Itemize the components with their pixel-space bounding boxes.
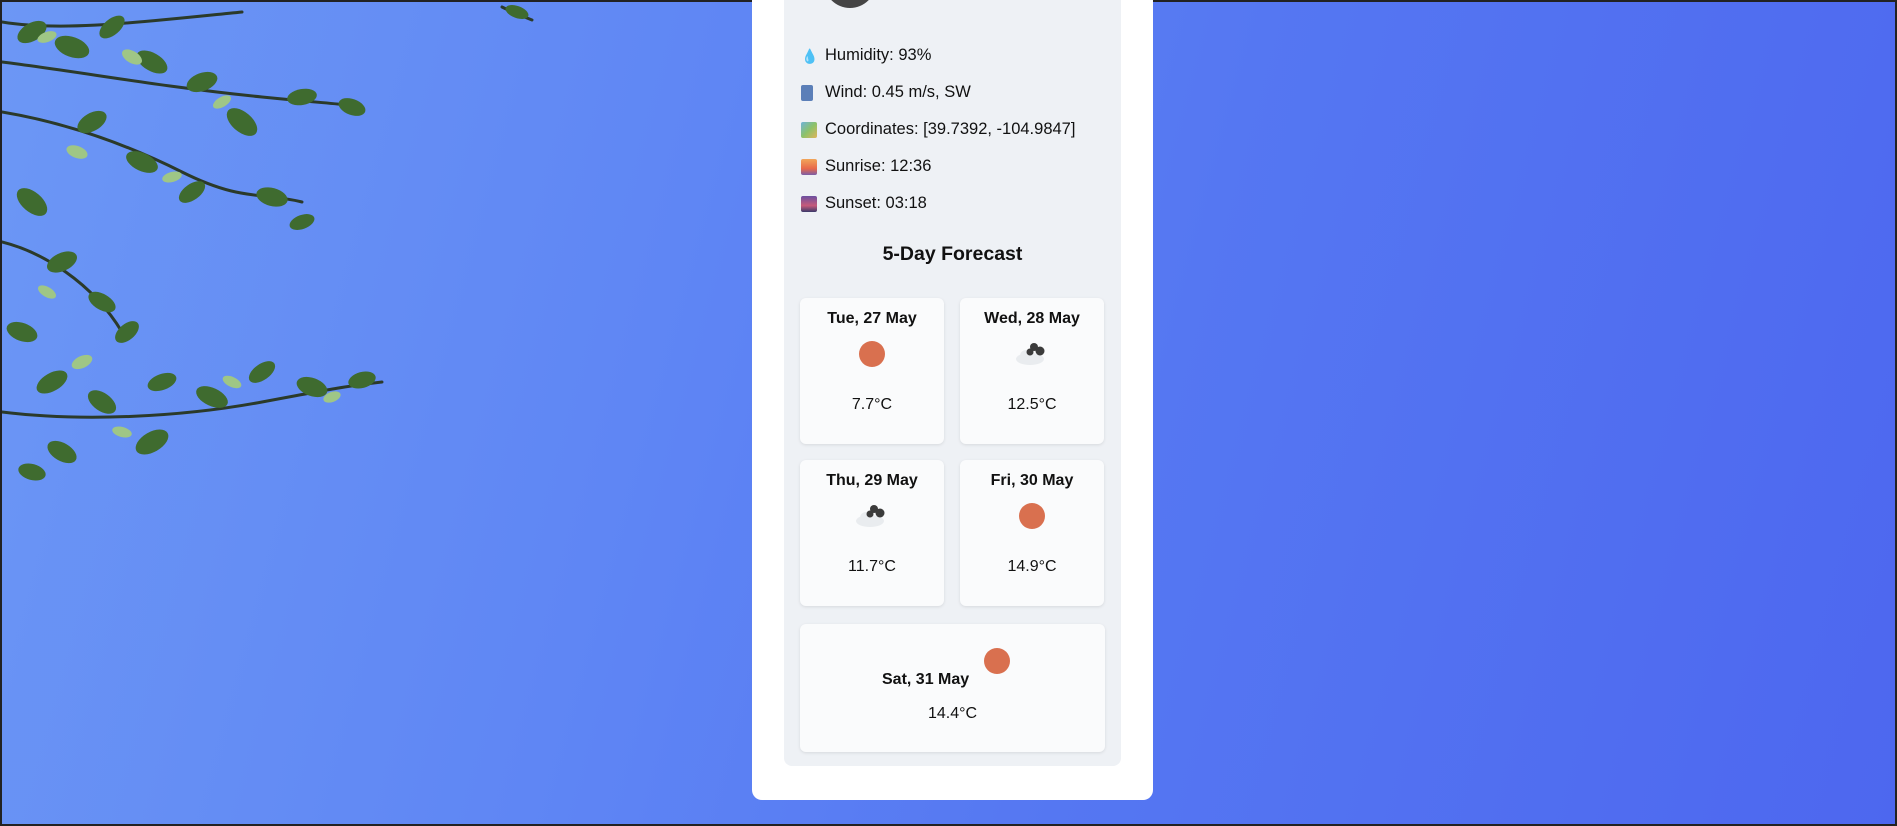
sun-icon: [852, 338, 892, 368]
forecast-card: Fri, 30 May 14.9°C: [960, 460, 1104, 606]
wind-icon: [801, 84, 813, 101]
wind-text: Wind: 0.45 m/s, SW: [825, 83, 971, 101]
forecast-card-wide: Sat, 31 May 14.4°C: [800, 624, 1105, 752]
sunset-text: Sunset: 03:18: [825, 194, 927, 212]
sunset-row: Sunset: 03:18: [801, 194, 927, 213]
weather-details-panel: 💧 Humidity: 93% Wind: 0.45 m/s, SW Coord…: [784, 0, 1121, 766]
coordinates-row: Coordinates: [39.7392, -104.9847]: [801, 120, 1075, 139]
sun-icon: [1012, 500, 1052, 530]
forecast-title: 5-Day Forecast: [882, 243, 1023, 265]
humidity-text: Humidity: 93%: [825, 46, 932, 64]
forecast-card: Tue, 27 May 7.7°C: [800, 298, 944, 444]
forecast-card: Wed, 28 May 12.5°C: [960, 298, 1104, 444]
forecast-day: Sat, 31 May: [882, 671, 970, 688]
forecast-day: Thu, 29 May: [826, 472, 918, 489]
weather-condition-icon: [824, 0, 876, 8]
sunset-icon: [801, 195, 817, 212]
cloud-icon: [1012, 338, 1052, 368]
forecast-day: Wed, 28 May: [984, 310, 1080, 327]
humidity-row: 💧 Humidity: 93%: [801, 46, 931, 65]
droplet-icon: 💧: [801, 47, 819, 64]
forecast-temp: 14.9°C: [1007, 558, 1057, 575]
forecast-temp: 11.7°C: [848, 558, 896, 575]
forecast-temp: 7.7°C: [851, 396, 893, 413]
coordinates-text: Coordinates: [39.7392, -104.9847]: [825, 120, 1076, 138]
page: { "details": { "humidity": { "icon": "dr…: [0, 0, 1897, 826]
forecast-card: Thu, 29 May 11.7°C: [800, 460, 944, 606]
wind-row: Wind: 0.45 m/s, SW: [801, 83, 971, 102]
forecast-temp: 12.5°C: [1007, 396, 1057, 413]
forecast-temp: 14.4°C: [927, 705, 978, 722]
sun-icon: [984, 648, 1010, 674]
weather-card: 💧 Humidity: 93% Wind: 0.45 m/s, SW Coord…: [752, 0, 1153, 800]
forecast-day: Fri, 30 May: [990, 472, 1074, 489]
map-icon: [801, 121, 817, 138]
forecast-day: Tue, 27 May: [827, 310, 917, 327]
sunrise-text: Sunrise: 12:36: [825, 157, 932, 175]
sunrise-row: Sunrise: 12:36: [801, 157, 931, 176]
cloud-icon: [852, 500, 892, 530]
sunrise-icon: [801, 158, 817, 175]
tree-branches-image: [2, 5, 534, 481]
